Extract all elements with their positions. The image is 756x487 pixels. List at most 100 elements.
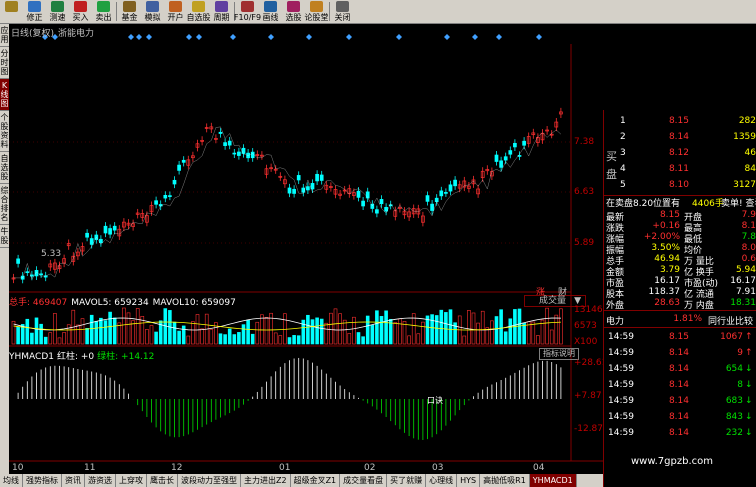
indicator-tab-14[interactable]: YHMACD1 (529, 474, 577, 487)
signal-diamond-icon (230, 34, 236, 40)
toolbar-icon-9 (215, 1, 228, 12)
indicator-tab-9[interactable]: 成交量看盘 (340, 474, 388, 487)
toolbar-label-12: 选股 (285, 13, 302, 22)
view-tab-0[interactable]: 应用 (0, 24, 9, 47)
indicator-tab-10[interactable]: 买了就赚 (387, 474, 427, 487)
tick-volume: 843 (725, 412, 743, 422)
toolbar-button-4[interactable]: 卖出 (92, 0, 115, 23)
toolbar-button-9[interactable]: 周期 (210, 0, 233, 23)
indicator-tab-3[interactable]: 游资选 (85, 474, 116, 487)
sector-compare-link[interactable]: 同行业比较 (708, 314, 753, 327)
tick-volume: 9 (737, 348, 743, 358)
volume-bar (549, 329, 554, 345)
toolbar-button-12[interactable]: 选股 (282, 0, 305, 23)
tick-volume: 683 (725, 396, 743, 406)
toolbar-button-3[interactable]: 买入 (69, 0, 92, 23)
view-tab-1[interactable]: 分时图 (0, 47, 9, 79)
macd-header-item-1: 红柱: +0 (56, 352, 95, 362)
indicator-tab-0[interactable]: 均线 (0, 474, 23, 487)
sector-change: 1.81% (673, 314, 702, 324)
volume-bar (200, 328, 204, 345)
volume-bar (310, 319, 315, 345)
volume-bar (103, 320, 108, 345)
arrow-down-icon: ↓ (745, 428, 753, 438)
candle-body (177, 164, 181, 171)
toolbar-button-10[interactable]: F10/F9 (234, 0, 261, 23)
volume-bar (241, 324, 246, 345)
indicator-tab-8[interactable]: 超级金叉Z1 (291, 474, 341, 487)
indicator-tab-7[interactable]: 主力进出Z2 (241, 474, 291, 487)
toolbar-button-7[interactable]: 开户 (164, 0, 187, 23)
toolbar-button-13[interactable]: 论股堂 (305, 0, 329, 23)
indicator-tab-13[interactable]: 高抛低吸R1 (480, 474, 530, 487)
view-tab-2[interactable]: K线图 (0, 79, 9, 111)
view-tab-4[interactable]: 自选股 (0, 152, 9, 184)
view-tab-3[interactable]: 个股资料 (0, 111, 9, 152)
volume-bar (39, 323, 43, 345)
bid-level: 5 (620, 180, 626, 190)
toolbar-button-0[interactable] (0, 0, 23, 23)
toolbar-button-8[interactable]: 自选股 (187, 0, 211, 23)
toolbar-button-1[interactable]: 修正 (23, 0, 46, 23)
candle-body (25, 271, 30, 274)
toolbar-label-6: 模拟 (144, 13, 161, 22)
toolbar-icon-12 (287, 1, 300, 12)
candle-body (453, 179, 457, 187)
volume-bar (99, 317, 103, 345)
toolbar-button-2[interactable]: 测速 (46, 0, 69, 23)
candle-body (168, 195, 172, 197)
volume-bar (315, 317, 319, 345)
toolbar-button-6[interactable]: 模拟 (141, 0, 164, 23)
indicator-tab-11[interactable]: 心理线 (426, 474, 458, 487)
toolbar-icon-0 (5, 1, 18, 12)
volume-bar (494, 316, 499, 345)
volume-bar (421, 321, 425, 345)
tick-time: 14:59 (608, 412, 634, 422)
period-label[interactable]: 日线(复权) (11, 29, 54, 39)
volume-tick-1: 13146 (574, 305, 603, 315)
candle-body (39, 273, 43, 276)
candle-body (89, 238, 94, 245)
volume-bar (448, 309, 453, 345)
kline-chart-area[interactable]: 日线(复权) 浙能电力 7.38 6.63 5.89 5.33 涨 财 总手: 4… (9, 24, 607, 474)
tick-time: 14:59 (608, 348, 634, 358)
indicator-tab-6[interactable]: 波段动力至强型 (178, 474, 241, 487)
toolbar-icon-7 (169, 1, 182, 12)
x-label-jan: 01 (279, 463, 291, 473)
indicator-tab-4[interactable]: 上穿攻 (116, 474, 147, 487)
view-tab-5[interactable]: 综合排名 (0, 184, 9, 225)
stat-value-2: 18.31 (730, 298, 756, 308)
bid-level: 3 (620, 148, 626, 158)
volume-bar (135, 308, 140, 345)
big-order-link[interactable]: 卖单! 查看详情 (721, 196, 756, 209)
view-tab-6[interactable]: 牛股 (0, 225, 9, 248)
candle-body (232, 152, 237, 155)
bid-price: 8.12 (668, 148, 689, 158)
indicator-tab-12[interactable]: HYS (457, 474, 481, 487)
bid-level: 4 (620, 164, 626, 174)
volume-bar (232, 334, 237, 345)
volume-bar (361, 336, 365, 345)
indicator-tab-5[interactable]: 鹰击长 (147, 474, 178, 487)
watermark: www.7gpzb.com (631, 456, 713, 467)
toolbar-button-14[interactable]: 关闭 (331, 0, 354, 23)
tick-price: 8.14 (668, 380, 689, 390)
indicator-help-button[interactable]: 指标说明 (539, 348, 579, 360)
arrow-down-icon: ↓ (745, 412, 753, 422)
toolbar: 修正 测速 买入 卖出 基金 模拟 开户 自选股 周期 F10/F9 画线 选股 论股堂 关闭 (0, 0, 756, 24)
volume-bar (227, 328, 232, 345)
candle-body (513, 142, 517, 148)
signal-diamond-icon (268, 34, 274, 40)
volume-indicator-label: 成交量 (539, 296, 567, 306)
signal-diamond-icon (146, 34, 152, 40)
stat-value-2: 8.0 (741, 243, 756, 253)
candle-body (181, 159, 186, 163)
toolbar-button-11[interactable]: 画线 (259, 0, 282, 23)
volume-bar (273, 332, 278, 345)
indicator-tab-1[interactable]: 强势指标 (23, 474, 62, 487)
volume-bar (30, 332, 34, 345)
toolbar-button-5[interactable]: 基金 (118, 0, 141, 23)
tick-volume: 8 (737, 380, 743, 390)
indicator-tab-2[interactable]: 资讯 (62, 474, 85, 487)
tick-row: 14:59 8.14 683 ↓ (604, 396, 756, 409)
